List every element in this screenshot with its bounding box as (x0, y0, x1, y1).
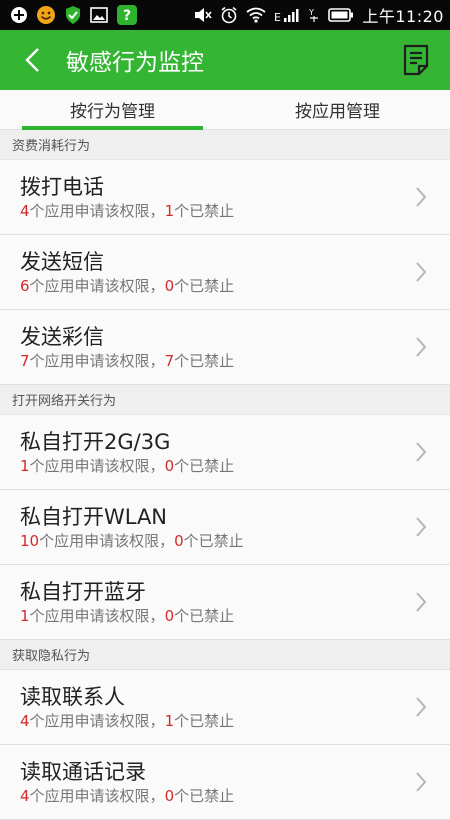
tab-by-app[interactable]: 按应用管理 (225, 90, 450, 129)
signal-label: E (274, 11, 281, 23)
section-header-fees: 资费消耗行为 (0, 130, 450, 160)
blocked-count: 0 (164, 787, 175, 805)
item-title: 读取通话记录 (20, 760, 146, 784)
item-subtitle: 4个应用申请该权限，1个已禁止 (20, 202, 235, 220)
status-bar-right: E Y 上午11:20 (194, 3, 444, 27)
chevron-left-icon (25, 48, 39, 72)
blocked-count: 1 (164, 712, 175, 730)
app-count: 4 (20, 202, 30, 220)
list-item-make-call[interactable]: 拨打电话 4个应用申请该权限，1个已禁止 (0, 160, 450, 235)
blocked-count: 0 (164, 277, 175, 295)
log-button[interactable] (396, 38, 436, 82)
item-title: 私自打开WLAN (20, 505, 168, 529)
chevron-right-icon (414, 440, 428, 464)
list-item-send-mms[interactable]: 发送彩信 7个应用申请该权限，7个已禁止 (0, 310, 450, 385)
chevron-right-icon (414, 185, 428, 209)
blocked-count: 0 (164, 457, 175, 475)
app-count: 6 (20, 277, 30, 295)
question-icon: ? (116, 5, 138, 25)
blocked-count: 0 (174, 532, 184, 550)
item-title: 发送短信 (20, 250, 104, 274)
battery-icon (328, 5, 354, 25)
blocked-count: 0 (164, 607, 175, 625)
blocked-count: 1 (164, 202, 175, 220)
app-count: 4 (20, 787, 30, 805)
list-item-read-contacts[interactable]: 读取联系人 4个应用申请该权限，1个已禁止 (0, 670, 450, 745)
list-item-open-mobile-data[interactable]: 私自打开2G/3G 1个应用申请该权限，0个已禁止 (0, 415, 450, 490)
app-count: 10 (20, 532, 40, 550)
list-item-open-wlan[interactable]: 私自打开WLAN 10个应用申请该权限，0个已禁止 (0, 490, 450, 565)
item-subtitle: 4个应用申请该权限，1个已禁止 (20, 712, 235, 730)
item-subtitle: 10个应用申请该权限，0个已禁止 (20, 532, 244, 550)
item-subtitle: 1个应用申请该权限，0个已禁止 (20, 607, 235, 625)
app-header: 敏感行为监控 (0, 30, 450, 90)
back-button[interactable] (14, 38, 50, 82)
wifi-icon (246, 5, 266, 25)
app-count: 1 (20, 607, 30, 625)
item-title: 私自打开2G/3G (20, 430, 171, 454)
chevron-right-icon (414, 590, 428, 614)
blocked-count: 7 (164, 352, 175, 370)
alarm-icon (220, 5, 238, 25)
section-header-network: 打开网络开关行为 (0, 385, 450, 415)
signal-icon: E (274, 5, 300, 25)
chevron-right-icon (414, 335, 428, 359)
mute-icon (194, 5, 212, 25)
list-item-open-bluetooth[interactable]: 私自打开蓝牙 1个应用申请该权限，0个已禁止 (0, 565, 450, 640)
chevron-right-icon (414, 770, 428, 794)
page-title: 敏感行为监控 (66, 50, 204, 76)
item-subtitle: 4个应用申请该权限，0个已禁止 (20, 787, 235, 805)
sim-icon: Y (308, 5, 320, 25)
item-title: 拨打电话 (20, 175, 104, 199)
status-time: 上午11:20 (362, 7, 444, 26)
behavior-list: 资费消耗行为 拨打电话 4个应用申请该权限，1个已禁止 发送短信 6个应用申请该… (0, 130, 450, 820)
chevron-right-icon (414, 515, 428, 539)
plus-circle-icon (10, 5, 28, 25)
app-count: 1 (20, 457, 30, 475)
list-item-read-call-log[interactable]: 读取通话记录 4个应用申请该权限，0个已禁止 (0, 745, 450, 820)
list-item-send-sms[interactable]: 发送短信 6个应用申请该权限，0个已禁止 (0, 235, 450, 310)
smiley-icon (36, 5, 56, 25)
section-header-privacy: 获取隐私行为 (0, 640, 450, 670)
status-bar: ? E Y 上午11:20 (0, 0, 450, 30)
item-subtitle: 6个应用申请该权限，0个已禁止 (20, 277, 235, 295)
item-title: 私自打开蓝牙 (20, 580, 146, 604)
item-title: 发送彩信 (20, 325, 104, 349)
status-bar-left: ? (10, 5, 138, 25)
document-list-icon (403, 44, 429, 76)
chevron-right-icon (414, 695, 428, 719)
app-count: 4 (20, 712, 30, 730)
app-count: 7 (20, 352, 30, 370)
item-title: 读取联系人 (20, 685, 125, 709)
item-subtitle: 7个应用申请该权限，7个已禁止 (20, 352, 235, 370)
tab-bar: 按行为管理 按应用管理 (0, 90, 450, 130)
sim-label: Y (308, 8, 314, 17)
tab-by-behavior[interactable]: 按行为管理 (0, 90, 225, 130)
chevron-right-icon (414, 260, 428, 284)
image-icon (90, 5, 108, 25)
svg-text:?: ? (123, 8, 131, 24)
shield-icon (64, 5, 82, 25)
item-subtitle: 1个应用申请该权限，0个已禁止 (20, 457, 235, 475)
